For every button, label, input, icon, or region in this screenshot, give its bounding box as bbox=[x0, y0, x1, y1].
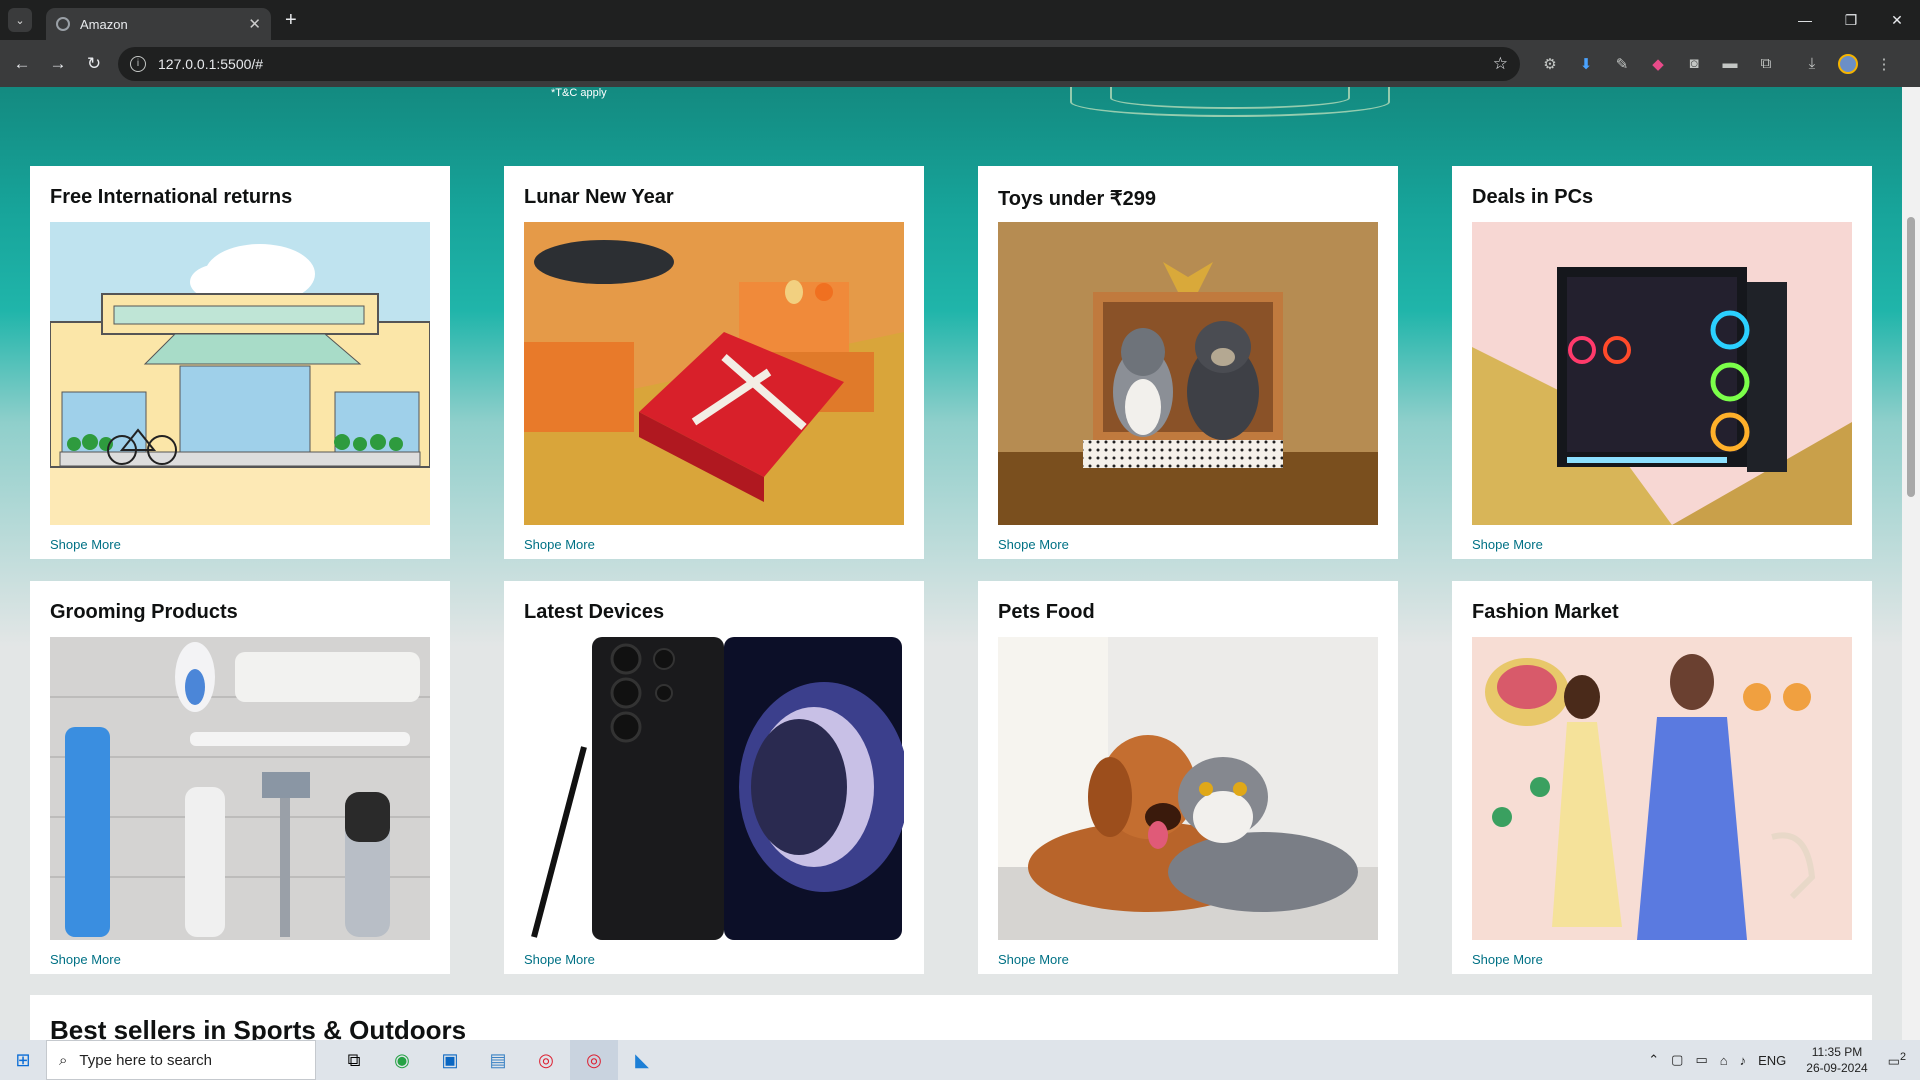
card-image[interactable] bbox=[50, 637, 430, 940]
browser-tab[interactable]: Amazon ✕ bbox=[46, 8, 271, 40]
new-tab-icon[interactable]: + bbox=[285, 9, 297, 32]
card-image[interactable] bbox=[998, 637, 1378, 940]
url-text: 127.0.0.1:5500/# bbox=[158, 55, 264, 72]
card-image[interactable] bbox=[50, 222, 430, 525]
windows-start-icon[interactable]: ⊞ bbox=[0, 1040, 46, 1080]
extension-pen-icon[interactable]: ✎ bbox=[1604, 46, 1640, 82]
card-title: Free International returns bbox=[50, 186, 293, 208]
close-tab-icon[interactable]: ✕ bbox=[248, 15, 261, 33]
card-pets-food: Pets Food Shope More bbox=[978, 581, 1398, 974]
card-grooming-products: Grooming Products Shope More bbox=[30, 581, 450, 974]
card-title: Grooming Products bbox=[50, 601, 238, 623]
taskbar: ⊞ ⌕ Type here to search ⧉ ◉ ▣ ▤ ◎ ◎ ◣ ⌃ … bbox=[0, 1040, 1920, 1080]
forward-icon[interactable]: → bbox=[40, 46, 76, 82]
volume-icon[interactable]: ♪ bbox=[1734, 1053, 1753, 1068]
bookmark-star-icon[interactable]: ☆ bbox=[1493, 54, 1508, 74]
card-title: Deals in PCs bbox=[1472, 186, 1594, 208]
card-title: Toys under ₹299 bbox=[998, 188, 1156, 210]
taskbar-apps: ⧉ ◉ ▣ ▤ ◎ ◎ ◣ bbox=[330, 1040, 666, 1080]
extensions-puzzle-icon[interactable]: ⧉ bbox=[1748, 46, 1784, 82]
card-image[interactable] bbox=[1472, 222, 1852, 525]
card-lunar-new-year: Lunar New Year Shope More bbox=[504, 166, 924, 559]
card-image[interactable] bbox=[524, 637, 904, 940]
chrome-active-icon[interactable]: ◎ bbox=[570, 1040, 618, 1080]
profile-avatar[interactable] bbox=[1838, 53, 1858, 74]
tray-app-icon[interactable]: ▢ bbox=[1665, 1052, 1689, 1068]
search-icon: ⌕ bbox=[59, 1051, 68, 1069]
card-image[interactable] bbox=[998, 222, 1378, 525]
shop-more-link[interactable]: Shope More bbox=[1472, 537, 1852, 552]
tray-device-icon[interactable]: ▭ bbox=[1689, 1052, 1713, 1068]
clock-date: 26-09-2024 bbox=[1806, 1061, 1868, 1075]
minimize-icon[interactable]: — bbox=[1782, 0, 1828, 40]
network-icon[interactable]: ⌂ bbox=[1714, 1053, 1734, 1068]
page-scrollbar[interactable] bbox=[1902, 87, 1920, 1040]
browser-tabbar: ⌄ Amazon ✕ + — ❐ ✕ bbox=[0, 0, 1920, 40]
shop-more-link[interactable]: Shope More bbox=[1472, 952, 1852, 967]
downloads-icon[interactable]: ⤓ bbox=[1794, 46, 1830, 82]
tnc-note: *T&C apply bbox=[551, 87, 607, 99]
taskbar-search[interactable]: ⌕ Type here to search bbox=[46, 1040, 316, 1080]
card-image[interactable] bbox=[524, 222, 904, 525]
tab-search-icon[interactable]: ⌄ bbox=[8, 8, 32, 32]
reload-icon[interactable]: ↻ bbox=[76, 46, 112, 82]
extension-dark-icon[interactable]: ▬ bbox=[1712, 46, 1748, 82]
tab-title: Amazon bbox=[80, 16, 128, 32]
shop-more-link[interactable]: Shope More bbox=[524, 952, 904, 967]
close-window-icon[interactable]: ✕ bbox=[1874, 0, 1920, 40]
card-title: Lunar New Year bbox=[524, 186, 674, 208]
notification-icon[interactable]: ▭2 bbox=[1882, 1051, 1920, 1069]
page-viewport: *T&C apply Free International returns Sh… bbox=[0, 87, 1902, 1040]
card-deals-in-pcs: Deals in PCs Shope More bbox=[1452, 166, 1872, 559]
extension-color-icon[interactable]: ◆ bbox=[1640, 46, 1676, 82]
card-title: Pets Food bbox=[998, 601, 1095, 623]
card-free-international-returns: Free International returns Shope More bbox=[30, 166, 450, 559]
notification-count: 2 bbox=[1899, 1050, 1906, 1063]
restore-icon[interactable]: ❐ bbox=[1828, 0, 1874, 40]
site-info-icon[interactable]: i bbox=[130, 55, 146, 72]
card-toys-under-299: Toys under ₹299 Shope More bbox=[978, 166, 1398, 559]
scrollbar-thumb[interactable] bbox=[1907, 217, 1915, 497]
card-fashion-market: Fashion Market Shope More bbox=[1452, 581, 1872, 974]
section-title: Best sellers in Sports & Outdoors bbox=[50, 1015, 467, 1040]
language-indicator[interactable]: ENG bbox=[1752, 1053, 1792, 1068]
window-controls: — ❐ ✕ bbox=[1782, 0, 1920, 40]
address-bar[interactable]: i 127.0.0.1:5500/# ☆ bbox=[118, 46, 1520, 81]
shop-more-link[interactable]: Shope More bbox=[998, 952, 1378, 967]
system-tray: ⌃ ▢ ▭ ⌂ ♪ ENG 11:35 PM 26-09-2024 ▭2 bbox=[1642, 1040, 1920, 1080]
shop-more-link[interactable]: Shope More bbox=[998, 537, 1378, 552]
browser-toolbar: ← → ↻ i 127.0.0.1:5500/# ☆ ⚙ ⬇ ✎ ◆ ◙ ▬ ⧉… bbox=[0, 40, 1920, 87]
file-explorer-icon[interactable]: ▤ bbox=[474, 1040, 522, 1080]
shop-more-link[interactable]: Shope More bbox=[50, 952, 430, 967]
whatsapp-icon[interactable]: ◉ bbox=[378, 1040, 426, 1080]
shop-more-link[interactable]: Shope More bbox=[524, 537, 904, 552]
taskbar-search-placeholder: Type here to search bbox=[79, 1051, 212, 1069]
menu-kebab-icon[interactable]: ⋮ bbox=[1866, 46, 1902, 82]
task-view-icon[interactable]: ⧉ bbox=[330, 1040, 378, 1080]
card-image[interactable] bbox=[1472, 637, 1852, 940]
best-sellers-section: Best sellers in Sports & Outdoors bbox=[30, 995, 1872, 1040]
extension-camera-icon[interactable]: ◙ bbox=[1676, 46, 1712, 82]
hero-decoration bbox=[1110, 87, 1350, 109]
clock[interactable]: 11:35 PM 26-09-2024 bbox=[1792, 1044, 1881, 1076]
clock-time: 11:35 PM bbox=[1811, 1045, 1863, 1059]
extension-download-icon[interactable]: ⬇ bbox=[1568, 46, 1604, 82]
chrome-icon[interactable]: ◎ bbox=[522, 1040, 570, 1080]
globe-icon bbox=[56, 17, 70, 31]
linkedin-icon[interactable]: ▣ bbox=[426, 1040, 474, 1080]
extensions-area: ⚙ ⬇ ✎ ◆ ◙ ▬ ⧉ ⤓ ⋮ bbox=[1532, 46, 1902, 82]
back-icon[interactable]: ← bbox=[4, 46, 40, 82]
card-latest-devices: Latest Devices Shope More bbox=[504, 581, 924, 974]
vscode-icon[interactable]: ◣ bbox=[618, 1040, 666, 1080]
card-title: Fashion Market bbox=[1472, 601, 1619, 623]
card-title: Latest Devices bbox=[524, 601, 665, 623]
shop-more-link[interactable]: Shope More bbox=[50, 537, 430, 552]
tray-chevron-icon[interactable]: ⌃ bbox=[1642, 1052, 1665, 1068]
extension-gear-icon[interactable]: ⚙ bbox=[1532, 46, 1568, 82]
